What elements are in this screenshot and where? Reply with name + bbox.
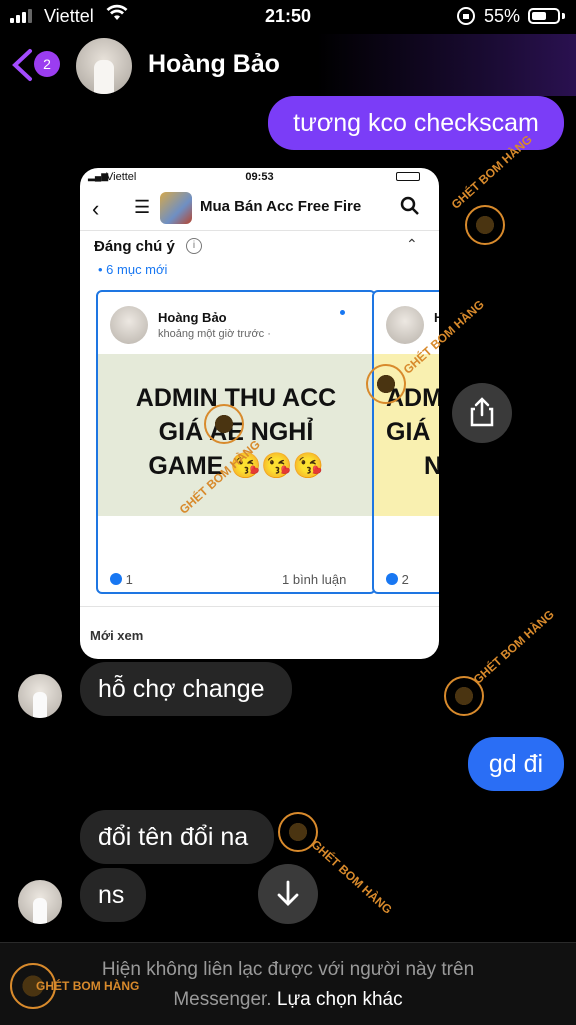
screenshot-status-bar: ▂▄▆ Viettel 09:53 xyxy=(80,168,439,186)
new-count: • 6 mục mới xyxy=(98,262,168,277)
watermark: GHÉT BOM HÀNG xyxy=(308,837,395,917)
watermark-logo-icon xyxy=(366,364,406,404)
comment-count: 1 bình luận xyxy=(282,572,347,587)
post-card: Hoàng Bảo khoảng một giờ trước · ADMIN T… xyxy=(96,290,376,594)
received-message[interactable]: hỗ chợ change xyxy=(80,662,292,716)
share-button[interactable] xyxy=(452,383,512,443)
menu-icon: ☰ xyxy=(134,197,151,217)
post-card: H ADM GIÁ N 2 xyxy=(372,290,439,594)
like-icon xyxy=(386,573,398,585)
watermark: GHÉT BOM HÀNG xyxy=(470,607,557,687)
like-count: 2 xyxy=(386,572,409,587)
scroll-down-icon xyxy=(277,880,299,906)
unavailable-notice: Hiện không liên lạc được với người này t… xyxy=(0,942,576,1025)
search-icon xyxy=(400,196,420,221)
watermark-logo-icon xyxy=(204,404,244,444)
shared-screenshot[interactable]: ▂▄▆ Viettel 09:53 ‹ ☰ Mua Bán Acc Free F… xyxy=(80,168,439,659)
sent-message[interactable]: gd đi xyxy=(468,737,564,791)
status-bar: Viettel 21:50 55% xyxy=(0,0,576,34)
conversation-header: 2 Hoàng Bảo xyxy=(0,34,576,96)
received-message[interactable]: đổi tên đổi na xyxy=(80,810,274,864)
group-icon xyxy=(160,192,192,224)
battery-percent: 55% xyxy=(484,6,521,26)
post-avatar xyxy=(110,306,148,344)
notice-text: Hiện không liên lạc được với người này t… xyxy=(101,959,475,980)
watermark-logo-icon xyxy=(465,205,505,245)
share-icon xyxy=(470,397,494,427)
notice-text: Messenger. xyxy=(173,989,272,1010)
post-time: khoảng một giờ trước · xyxy=(158,328,271,340)
collapse-icon: ⌃ xyxy=(406,236,418,252)
unread-badge: 2 xyxy=(34,51,60,77)
avatar[interactable] xyxy=(18,674,62,718)
avatar[interactable] xyxy=(76,38,132,94)
back-icon: ‹ xyxy=(92,196,100,221)
group-title: Mua Bán Acc Free Fire xyxy=(200,198,362,215)
notable-heading: Đáng chú ý xyxy=(94,238,175,255)
received-message[interactable]: ns xyxy=(80,868,146,922)
group-navbar: ‹ ☰ Mua Bán Acc Free Fire xyxy=(80,190,439,231)
other-options-link[interactable]: Lựa chọn khác xyxy=(277,989,403,1010)
info-icon: i xyxy=(186,238,202,254)
scroll-down-button[interactable] xyxy=(258,864,318,924)
post-avatar xyxy=(386,306,424,344)
like-count: 1 xyxy=(110,572,133,587)
rotation-lock-icon xyxy=(456,6,476,31)
post-author: Hoàng Bảo xyxy=(158,310,227,325)
recent-heading: Mới xem xyxy=(90,628,144,643)
like-icon xyxy=(110,573,122,585)
watermark: GHÉT BOM HÀNG xyxy=(36,979,140,993)
battery-icon xyxy=(528,8,560,24)
avatar[interactable] xyxy=(18,880,62,924)
contact-name[interactable]: Hoàng Bảo xyxy=(148,50,280,79)
